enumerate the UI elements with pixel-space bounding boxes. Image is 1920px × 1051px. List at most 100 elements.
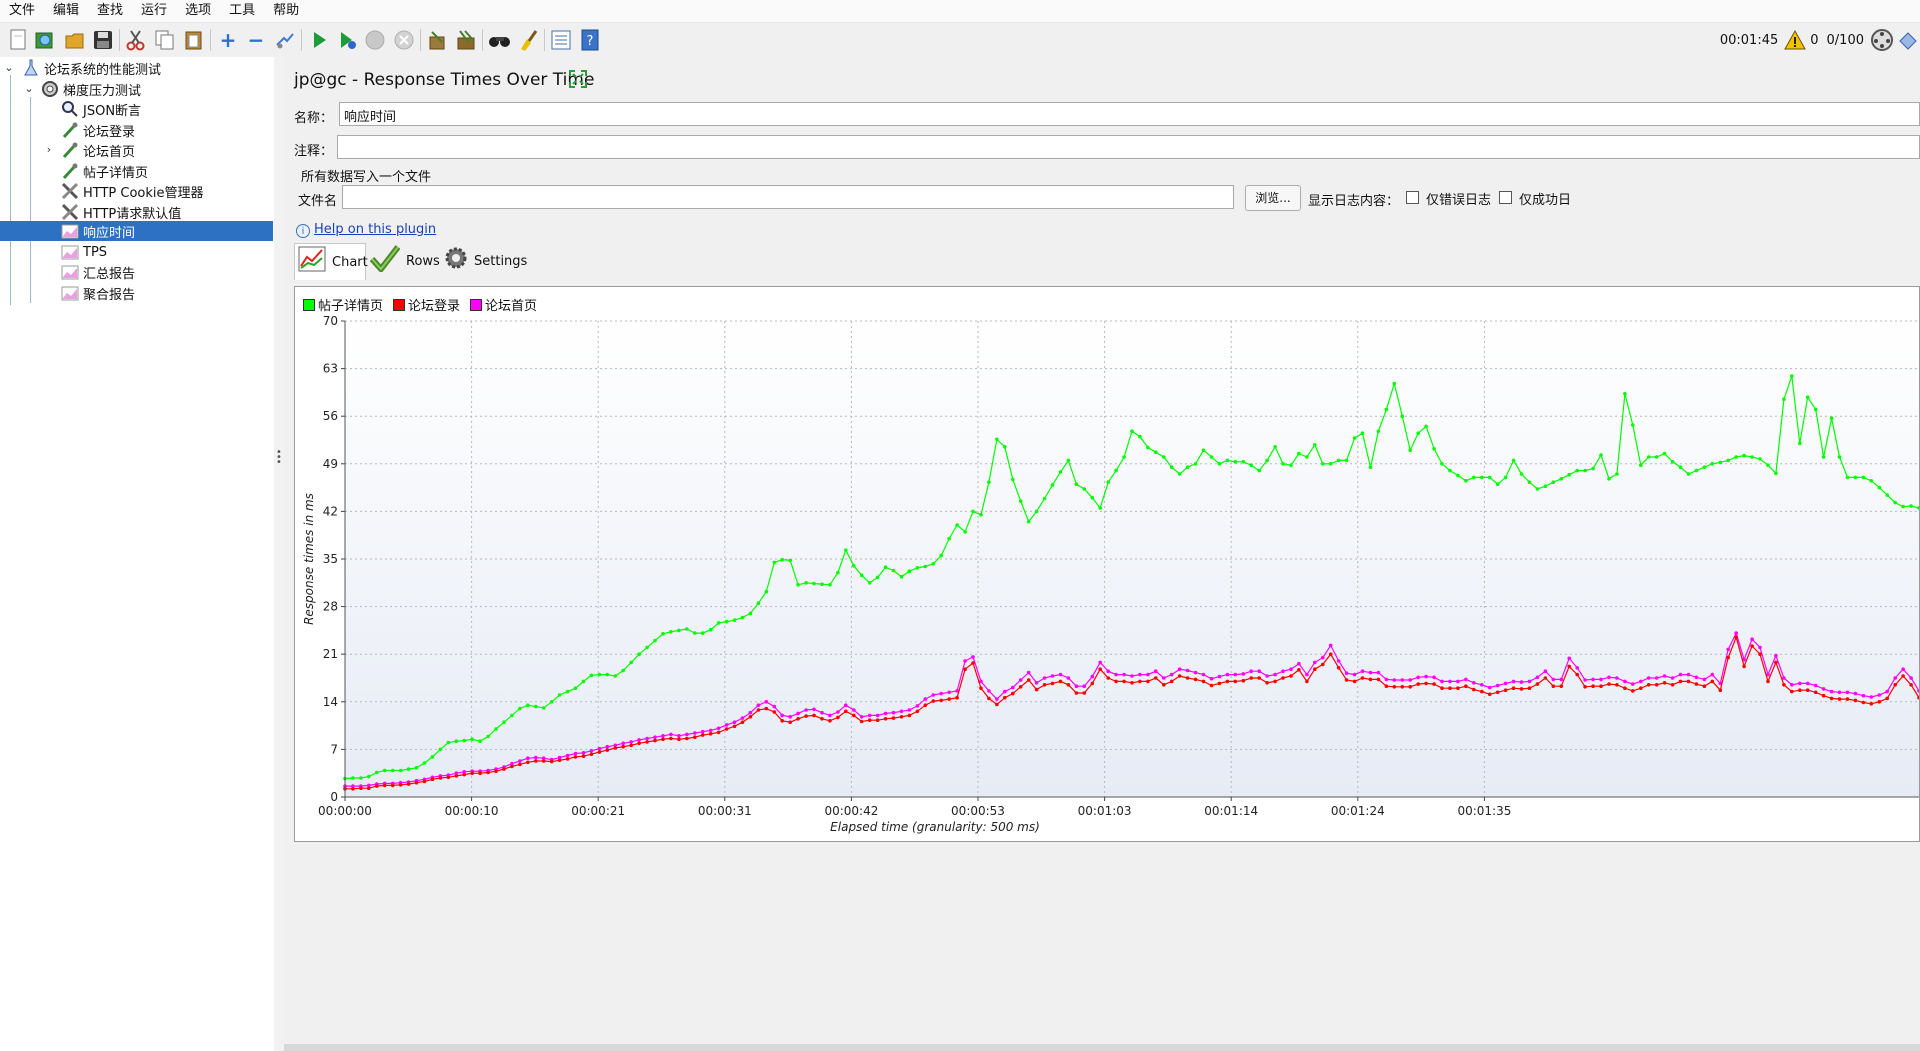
tree-node-response-time[interactable]: 响应时间 <box>0 221 273 241</box>
reset-search-icon[interactable] <box>516 28 540 52</box>
filename-field[interactable] <box>342 185 1234 209</box>
data-point <box>605 748 610 752</box>
data-point <box>1201 679 1206 684</box>
paste-icon[interactable] <box>182 28 206 52</box>
start-no-pause-icon[interactable] <box>335 28 359 52</box>
expand-icon[interactable]: + <box>216 28 240 52</box>
data-point <box>1734 455 1738 459</box>
copy-icon[interactable] <box>153 28 177 52</box>
toggle-icon[interactable] <box>273 28 297 52</box>
clear-all-icon[interactable] <box>454 28 478 52</box>
templates-icon[interactable] <box>33 28 57 52</box>
data-point <box>1901 674 1905 678</box>
data-point <box>1058 470 1063 474</box>
tree-node-http-defaults[interactable]: HTTP请求默认值 <box>0 202 273 222</box>
data-point <box>1869 479 1874 483</box>
save-icon[interactable] <box>91 28 115 52</box>
chevron-down-icon[interactable]: ⌄ <box>23 83 35 95</box>
menu-run[interactable]: 运行 <box>132 0 176 22</box>
warning-icon[interactable] <box>1784 29 1807 50</box>
tree-node-label: TPS <box>83 244 108 260</box>
data-point <box>1750 455 1754 459</box>
menu-options[interactable]: 选项 <box>176 0 220 22</box>
data-point <box>1289 463 1293 467</box>
tab-settings[interactable]: Settings <box>444 243 527 279</box>
tree-node-thread-group[interactable]: ⌄ 梯度压力测试 <box>0 79 273 99</box>
start-icon[interactable] <box>307 28 331 52</box>
tree-node-post-detail[interactable]: 帖子详情页 <box>0 161 273 181</box>
comment-field[interactable] <box>337 135 1920 159</box>
data-point <box>796 711 800 716</box>
data-point <box>677 737 681 741</box>
tree-node-aggregate-report[interactable]: 聚合报告 <box>0 283 273 303</box>
data-point <box>629 743 633 748</box>
menu-tools[interactable]: 工具 <box>220 0 264 22</box>
chart-icon <box>298 246 326 278</box>
tree-node-tps[interactable]: TPS <box>0 242 273 262</box>
y-tick-label: 7 <box>330 742 338 756</box>
data-point <box>1607 675 1611 680</box>
data-point <box>1813 683 1818 688</box>
maximize-icon[interactable] <box>568 69 588 94</box>
filename-label: 文件名 <box>298 194 338 209</box>
cut-icon[interactable] <box>124 28 148 52</box>
data-point <box>669 630 673 634</box>
settings-gear-icon <box>444 246 468 276</box>
function-helper-icon[interactable] <box>549 28 573 52</box>
split-pane-divider[interactable] <box>274 57 284 1051</box>
tab-chart[interactable]: Chart <box>294 243 368 280</box>
tree-node-home[interactable]: › 论坛首页 <box>0 140 273 160</box>
data-point <box>1575 666 1579 670</box>
data-point <box>1321 655 1325 660</box>
new-icon[interactable] <box>6 28 30 52</box>
data-point <box>597 672 602 677</box>
remote-engines-icon[interactable] <box>1870 28 1894 52</box>
data-point <box>1050 681 1055 686</box>
horizontal-scrollbar[interactable] <box>284 1044 1920 1051</box>
data-point <box>1535 487 1540 491</box>
collapse-icon[interactable]: − <box>244 28 268 52</box>
name-field[interactable]: 响应时间 <box>339 102 1920 126</box>
data-point <box>1464 684 1468 688</box>
data-point <box>1535 675 1540 680</box>
chevron-right-icon[interactable]: › <box>43 144 55 156</box>
open-icon[interactable] <box>63 28 87 52</box>
data-point <box>382 768 387 773</box>
data-point <box>1829 689 1834 694</box>
stop-icon[interactable] <box>363 28 387 52</box>
tree-node-cookie-manager[interactable]: HTTP Cookie管理器 <box>0 181 273 201</box>
help-icon[interactable]: ? <box>578 28 602 52</box>
chevron-down-icon[interactable]: ⌄ <box>3 62 15 74</box>
data-point <box>1058 679 1063 684</box>
data-point <box>1058 672 1063 677</box>
tree-node-test-plan[interactable]: ⌄ 论坛系统的性能测试 <box>0 58 273 78</box>
tree-node-summary-report[interactable]: 汇总报告 <box>0 262 273 282</box>
data-point <box>1662 674 1667 678</box>
data-point <box>1138 672 1142 677</box>
help-plugin-link[interactable]: Help on this plugin <box>314 222 436 237</box>
menu-file[interactable]: 文件 <box>0 0 44 22</box>
errors-only-checkbox[interactable] <box>1406 191 1419 204</box>
data-point <box>1599 684 1603 688</box>
search-icon[interactable] <box>488 28 512 52</box>
data-point <box>1122 455 1126 459</box>
splitter-grip-icon[interactable]: • • • <box>276 448 282 468</box>
tree-node-json-assertion[interactable]: JSON断言 <box>0 99 273 119</box>
data-point <box>1281 676 1285 680</box>
menu-search[interactable]: 查找 <box>88 0 132 22</box>
shutdown-icon[interactable] <box>392 28 416 52</box>
log-viewer-icon[interactable] <box>1898 29 1918 51</box>
tab-rows[interactable]: Rows <box>369 243 440 279</box>
data-point <box>1360 676 1365 680</box>
success-only-checkbox[interactable] <box>1499 191 1512 204</box>
clear-icon[interactable] <box>425 28 449 52</box>
browse-button[interactable]: 浏览... <box>1245 185 1301 211</box>
assertion-icon <box>61 100 79 118</box>
x-tick-label: 00:00:53 <box>951 804 1005 818</box>
menu-help[interactable]: 帮助 <box>264 0 308 22</box>
tree-node-label: 梯度压力测试 <box>63 83 142 99</box>
tree-node-login[interactable]: 论坛登录 <box>0 120 273 140</box>
data-point <box>1654 676 1659 680</box>
menu-edit[interactable]: 编辑 <box>44 0 88 22</box>
data-point <box>1185 668 1190 673</box>
